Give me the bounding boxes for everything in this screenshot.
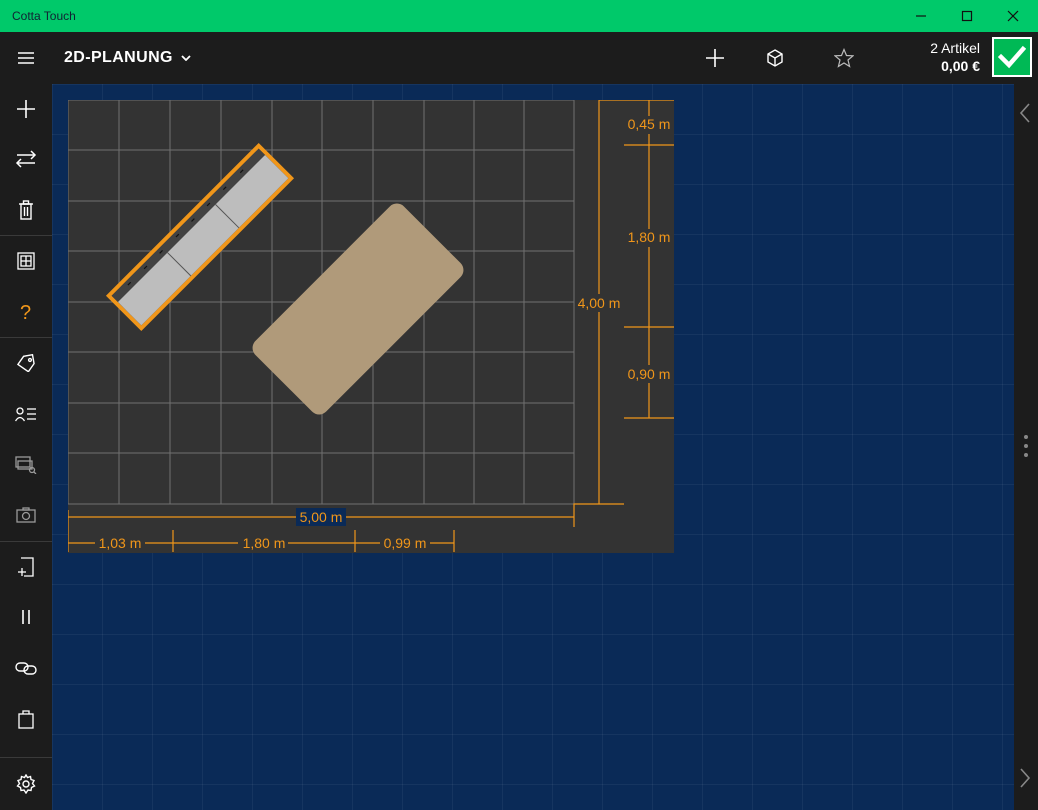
more-vertical-icon	[1024, 435, 1028, 457]
dim-height-total: 4,00 m	[578, 295, 621, 311]
sidebar-price-tag-button[interactable]	[0, 343, 52, 383]
divider	[0, 337, 52, 338]
expand-panel-button[interactable]	[1018, 102, 1032, 129]
divider	[0, 235, 52, 236]
right-panel-rail	[1014, 84, 1038, 810]
maximize-icon	[961, 10, 973, 22]
mode-dropdown[interactable]: 2D-PLANUNG	[64, 49, 191, 67]
left-toolbar: ?	[0, 84, 52, 810]
maximize-button[interactable]	[944, 0, 990, 32]
link-icon	[15, 662, 37, 675]
chevron-down-icon	[181, 55, 191, 61]
swap-icon	[15, 150, 37, 168]
window-title: Cotta Touch	[12, 9, 76, 23]
divider	[0, 757, 52, 758]
plus-icon	[706, 49, 724, 67]
dim-right-seg3: 0,90 m	[628, 366, 671, 382]
pause-icon	[22, 610, 30, 624]
shopping-bag-icon	[18, 710, 34, 729]
gear-icon	[16, 774, 36, 794]
close-button[interactable]	[990, 0, 1036, 32]
sidebar-help-button[interactable]: ?	[0, 292, 52, 332]
window-titlebar: Cotta Touch	[0, 0, 1038, 32]
star-icon	[834, 48, 854, 68]
add-button[interactable]	[703, 46, 727, 70]
dim-right-seg1: 0,45 m	[628, 116, 671, 132]
close-icon	[1007, 10, 1019, 22]
svg-text:?: ?	[20, 302, 31, 322]
minimize-icon	[916, 15, 926, 17]
cube-icon	[767, 49, 783, 67]
favorites-button[interactable]	[832, 46, 856, 70]
sidebar-floorplan-button[interactable]	[0, 241, 52, 281]
cart-total: 0,00 €	[941, 58, 980, 74]
more-options-button[interactable]	[1023, 434, 1029, 463]
help-icon: ?	[20, 302, 31, 322]
sidebar-camera-button[interactable]	[0, 495, 52, 535]
trash-icon	[19, 200, 33, 220]
customer-list-icon	[15, 407, 36, 422]
dim-bottom-seg1: 1,03 m	[99, 535, 142, 551]
cart-summary[interactable]: 2 Artikel 0,00 €	[930, 40, 980, 74]
sidebar-catalog-button[interactable]	[0, 445, 52, 485]
sidebar-new-page-button[interactable]	[0, 547, 52, 587]
sidebar-settings-button[interactable]	[0, 764, 52, 804]
dim-right-seg2: 1,80 m	[628, 229, 671, 245]
plus-icon	[17, 100, 35, 118]
checkmark-icon	[998, 45, 1026, 69]
confirm-button[interactable]	[992, 37, 1032, 77]
sidebar-add-button[interactable]	[0, 89, 52, 129]
new-document-icon	[18, 557, 34, 577]
floorplan-icon	[17, 252, 35, 270]
minimize-button[interactable]	[898, 0, 944, 32]
dim-width-total: 5,00 m	[300, 509, 343, 525]
hamburger-icon	[18, 52, 34, 64]
sidebar-delete-button[interactable]	[0, 190, 52, 230]
room-plan[interactable]: 5,00 m 1,03 m 1,80 m 0,99 m 4,00 m 0,45 …	[68, 100, 674, 553]
sidebar-shopping-bag-button[interactable]	[0, 699, 52, 739]
price-tag-icon	[16, 354, 35, 372]
sidebar-link-button[interactable]	[0, 648, 52, 688]
chevron-left-icon	[1019, 103, 1030, 123]
sidebar-pause-button[interactable]	[0, 597, 52, 637]
chevron-right-icon	[1020, 768, 1031, 788]
cart-count: 2 Artikel	[930, 40, 980, 56]
mode-label: 2D-PLANUNG	[64, 49, 173, 66]
app-toolbar: 2D-PLANUNG 2 Artikel 0,00 €	[0, 32, 1038, 84]
catalog-search-icon	[15, 456, 37, 474]
3d-view-button[interactable]	[763, 46, 787, 70]
menu-button[interactable]	[14, 46, 38, 70]
dim-bottom-seg2: 1,80 m	[243, 535, 286, 551]
sidebar-swap-button[interactable]	[0, 139, 52, 179]
dim-bottom-seg3: 0,99 m	[384, 535, 427, 551]
camera-icon	[16, 507, 36, 523]
sidebar-customer-button[interactable]	[0, 394, 52, 434]
divider	[0, 541, 52, 542]
next-button[interactable]	[1018, 767, 1032, 794]
